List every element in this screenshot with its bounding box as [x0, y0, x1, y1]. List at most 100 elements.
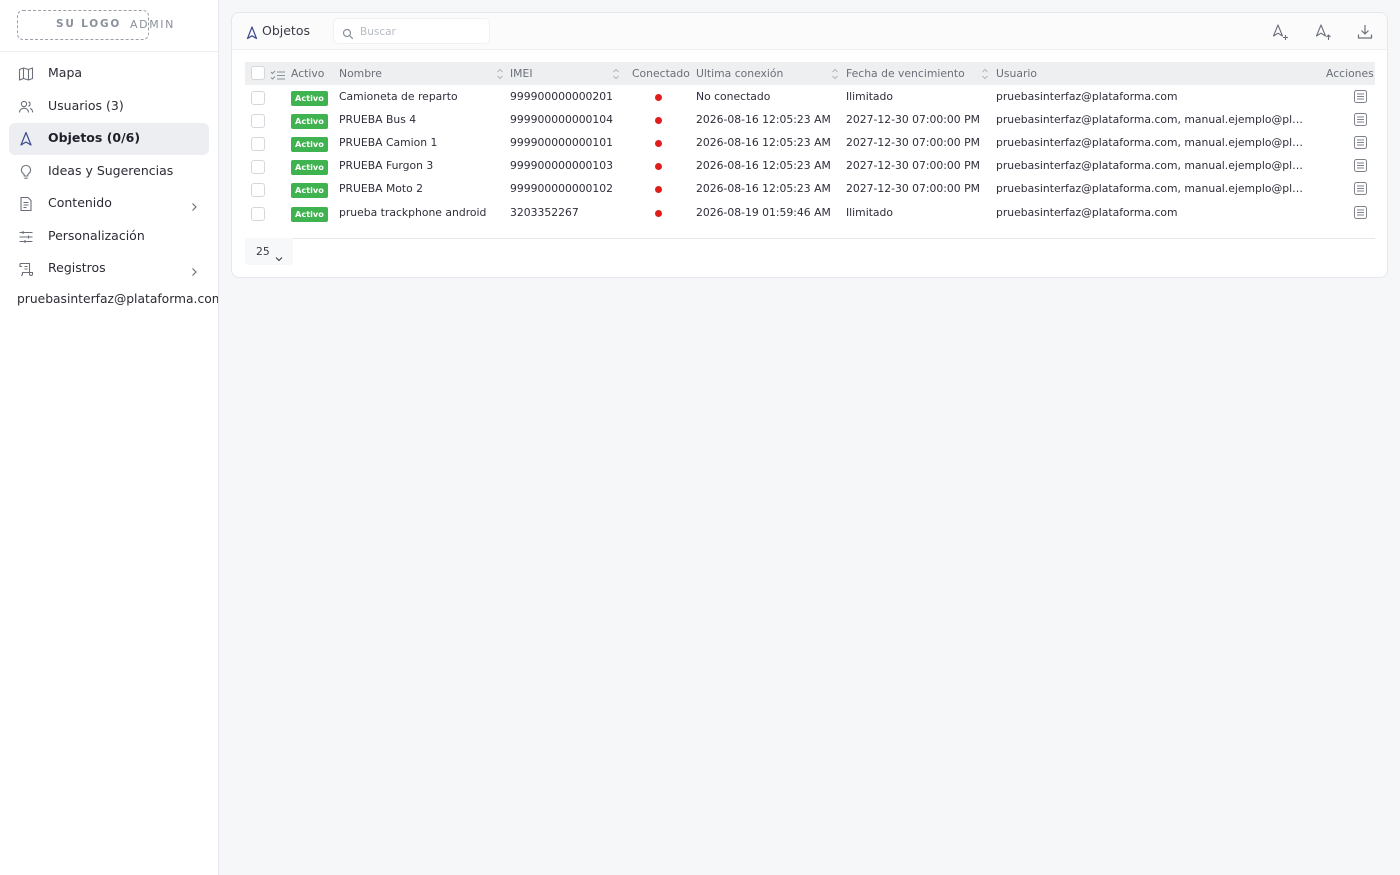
cell-fecha-vencimiento: 2027-12-30 07:00:00 PM: [846, 113, 980, 126]
current-user-email[interactable]: pruebasinterfaz@plataforma.com (D: [17, 292, 218, 306]
select-all-checkbox[interactable]: [251, 66, 265, 80]
add-object-icon: [1272, 24, 1288, 40]
table-row[interactable]: Activo PRUEBA Moto 2 999900000000102 202…: [245, 178, 1375, 201]
cell-fecha-vencimiento: Ilimitado: [846, 90, 894, 103]
cell-nombre: PRUEBA Moto 2: [339, 182, 424, 195]
sidebar-item-ideas[interactable]: Ideas y Sugerencias: [9, 156, 209, 188]
document-icon: [18, 196, 34, 212]
row-checkbox[interactable]: [251, 137, 265, 151]
table-row[interactable]: Activo prueba trackphone android 3203352…: [245, 202, 1375, 225]
logo-text: SU LOGO: [56, 18, 122, 30]
status-badge: Activo: [291, 207, 328, 222]
col-usuario[interactable]: Usuario: [996, 67, 1037, 80]
scroll-log-icon: [18, 261, 34, 277]
table-header: Activo Nombre IMEI Conectado Ultima cone…: [245, 62, 1375, 85]
connection-status-dot: [655, 117, 662, 124]
row-menu-icon[interactable]: [1353, 181, 1368, 196]
download-icon: [1357, 25, 1373, 39]
cell-ultima-conexion: 2026-08-19 01:59:46 AM: [696, 206, 831, 219]
sort-icon[interactable]: [831, 66, 839, 80]
sidebar-item-personalizacion[interactable]: Personalización: [9, 221, 209, 253]
row-menu-icon[interactable]: [1353, 135, 1368, 150]
sort-icon[interactable]: [981, 66, 989, 80]
page-size-value: 25: [256, 245, 270, 258]
sidebar-item-objetos[interactable]: Objetos (0/6): [9, 123, 209, 155]
table-row[interactable]: Activo PRUEBA Bus 4 999900000000104 2026…: [245, 109, 1375, 132]
sliders-icon: [18, 229, 34, 245]
chevron-down-icon: [275, 247, 283, 262]
cell-usuario: pruebasinterfaz@plataforma.com, manual.e…: [996, 113, 1304, 126]
chevron-right-icon: [189, 263, 199, 276]
status-badge: Activo: [291, 183, 328, 198]
row-checkbox[interactable]: [251, 160, 265, 174]
cell-fecha-vencimiento: Ilimitado: [846, 206, 894, 219]
table-row[interactable]: Activo PRUEBA Camion 1 999900000000101 2…: [245, 132, 1375, 155]
sidebar-item-mapa[interactable]: Mapa: [9, 58, 209, 90]
cell-ultima-conexion: 2026-08-16 12:05:23 AM: [696, 159, 831, 172]
bulk-actions-icon[interactable]: [270, 67, 286, 80]
col-conectado[interactable]: Conectado: [632, 67, 690, 80]
table-row[interactable]: Activo PRUEBA Furgon 3 999900000000103 2…: [245, 155, 1375, 178]
col-activo[interactable]: Activo: [291, 67, 324, 80]
panel-title: Objetos: [262, 23, 310, 38]
sort-icon[interactable]: [496, 66, 504, 80]
sidebar-item-label: Ideas y Sugerencias: [48, 162, 174, 178]
search-input[interactable]: [360, 22, 485, 42]
row-checkbox[interactable]: [251, 91, 265, 105]
navigation-arrow-icon: [246, 25, 258, 40]
cell-usuario: pruebasinterfaz@plataforma.com, manual.e…: [996, 182, 1304, 195]
connection-status-dot: [655, 186, 662, 193]
sidebar-item-usuarios[interactable]: Usuarios (3): [9, 91, 209, 123]
sidebar-item-registros[interactable]: Registros: [9, 253, 209, 285]
row-menu-icon[interactable]: [1353, 205, 1368, 220]
sidebar: SU LOGO ADMIN Mapa Usuarios (3) Objetos …: [0, 0, 219, 875]
table-row[interactable]: Activo Camioneta de reparto 999900000000…: [245, 86, 1375, 109]
chevron-right-icon: [189, 198, 199, 211]
cell-imei: 3203352267: [510, 206, 579, 219]
cell-nombre: PRUEBA Camion 1: [339, 136, 438, 149]
cell-fecha-vencimiento: 2027-12-30 07:00:00 PM: [846, 136, 980, 149]
cell-imei: 999900000000103: [510, 159, 614, 172]
download-button[interactable]: [1355, 22, 1375, 42]
row-checkbox[interactable]: [251, 207, 265, 221]
sidebar-item-label: Objetos (0/6): [48, 130, 141, 145]
col-nombre[interactable]: Nombre: [339, 67, 382, 80]
table-divider: [245, 238, 1375, 239]
logo-area: SU LOGO ADMIN: [0, 0, 218, 52]
sidebar-item-label: Personalización: [48, 227, 145, 243]
cell-ultima-conexion: No conectado: [696, 90, 771, 103]
col-ultima-conexion[interactable]: Ultima conexión: [696, 67, 783, 80]
objects-panel: Objetos Activo Nombre IMEI: [231, 12, 1388, 278]
status-badge: Activo: [291, 114, 328, 129]
import-object-button[interactable]: [1313, 22, 1333, 42]
row-checkbox[interactable]: [251, 114, 265, 128]
users-icon: [18, 99, 34, 115]
row-menu-icon[interactable]: [1353, 89, 1368, 104]
status-badge: Activo: [291, 160, 328, 175]
cell-imei: 999900000000102: [510, 182, 614, 195]
cell-imei: 999900000000101: [510, 136, 614, 149]
cell-nombre: PRUEBA Bus 4: [339, 113, 417, 126]
add-object-button[interactable]: [1270, 22, 1290, 42]
col-imei[interactable]: IMEI: [510, 67, 533, 80]
sort-icon[interactable]: [612, 66, 620, 80]
row-checkbox[interactable]: [251, 183, 265, 197]
lightbulb-icon: [18, 164, 34, 180]
cell-ultima-conexion: 2026-08-16 12:05:23 AM: [696, 113, 831, 126]
status-badge: Activo: [291, 91, 328, 106]
panel-header: Objetos: [232, 13, 1387, 50]
cell-imei: 999900000000201: [510, 90, 614, 103]
search-box[interactable]: [333, 18, 490, 44]
col-fecha-vencimiento[interactable]: Fecha de vencimiento: [846, 67, 965, 80]
sidebar-item-contenido[interactable]: Contenido: [9, 188, 209, 220]
row-menu-icon[interactable]: [1353, 158, 1368, 173]
row-menu-icon[interactable]: [1353, 112, 1368, 127]
sidebar-item-label: Usuarios (3): [48, 97, 124, 113]
connection-status-dot: [655, 94, 662, 101]
cell-ultima-conexion: 2026-08-16 12:05:23 AM: [696, 182, 831, 195]
cell-usuario: pruebasinterfaz@plataforma.com: [996, 206, 1178, 219]
import-object-icon: [1315, 24, 1331, 40]
map-icon: [18, 66, 34, 82]
page-size-select[interactable]: 25: [245, 238, 293, 265]
sidebar-nav: Mapa Usuarios (3) Objetos (0/6) Ideas y …: [9, 58, 209, 286]
